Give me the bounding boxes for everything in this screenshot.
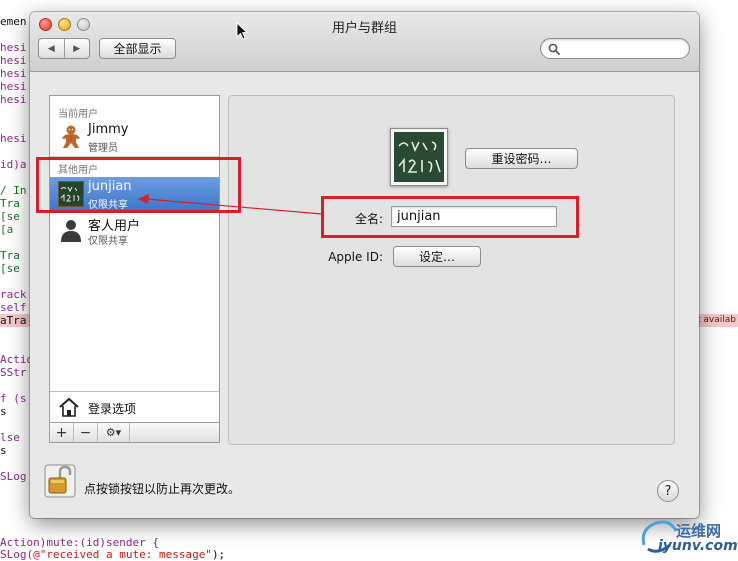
code-line: hesi (0, 54, 27, 67)
user-item-guest[interactable]: 客人用户 仅限共享 (50, 213, 219, 249)
code-line: SLog (0, 470, 27, 483)
error-message-fragment: t availab (697, 315, 736, 325)
back-button[interactable]: ◀ (39, 39, 65, 58)
add-user-button[interactable]: + (50, 423, 74, 442)
code-text: / In (0, 184, 27, 197)
user-list: 当前用户 Jimmy 管理员 其他用户 junjian 仅限共享 客人用户 仅限… (49, 95, 220, 423)
code-line: Tra (0, 249, 20, 262)
code-text: Actio (0, 353, 34, 366)
padlock-open-icon[interactable] (44, 464, 76, 498)
code-line: SStr (0, 366, 27, 379)
code-text: hesi (0, 80, 27, 93)
code-line: id)a (0, 158, 27, 171)
user-picture[interactable] (390, 128, 448, 186)
code-text: [a (0, 223, 14, 236)
show-all-button[interactable]: 全部显示 (99, 38, 176, 59)
code-line: [se (0, 210, 20, 223)
user-role: 管理员 (88, 143, 118, 154)
code-text: hesi (0, 54, 27, 67)
user-item-jimmy[interactable]: Jimmy 管理员 (50, 120, 219, 156)
code-text: hesi (0, 93, 27, 106)
window-title: 用户与群组 (331, 21, 397, 36)
code-text: s (0, 405, 7, 418)
code-line: hesi (0, 93, 27, 106)
action-menu-button[interactable]: ⚙▾ (98, 423, 130, 442)
back-forward-control: ◀ ▶ (38, 38, 90, 59)
code-line: Actio (0, 353, 33, 366)
chalkboard-icon (394, 132, 444, 182)
code-line: [a (0, 223, 13, 236)
code-text: [se (0, 262, 20, 275)
code-line: f (s (0, 392, 27, 405)
house-icon (59, 397, 79, 417)
code-text: hesi (0, 41, 27, 54)
apple-id-set-button[interactable]: 设定… (393, 246, 481, 267)
code-text: Tra (0, 249, 20, 262)
code-line: s (0, 405, 7, 418)
code-text: lse (0, 431, 20, 444)
login-options-label: 登录选项 (88, 402, 137, 416)
code-line: emen (0, 15, 27, 28)
code-line: rack (0, 288, 27, 301)
code-line: s (0, 444, 7, 457)
search-icon (548, 43, 560, 55)
lock-hint-text: 点按锁按钮以防止再次更改。 (84, 482, 241, 496)
help-button[interactable]: ? (657, 480, 679, 502)
forward-button[interactable]: ▶ (65, 39, 90, 58)
annotation-box-user (36, 157, 241, 213)
code-string: @"received a mute: message" (33, 548, 212, 561)
apple-id-label: Apple ID: (328, 250, 383, 264)
code-text: [se (0, 210, 20, 223)
code-text: id)a (0, 158, 27, 171)
code-line: lse (0, 431, 20, 444)
code-text: self (0, 301, 27, 314)
code-line: Tra (0, 197, 20, 210)
code-text: f (s (0, 392, 27, 405)
mouse-pointer-icon (236, 22, 248, 40)
users-groups-window: 用户与群组 ◀ ▶ 全部显示 当前用户 Jimmy 管理员 其他用户 junji… (30, 12, 699, 518)
code-text: SStr (0, 366, 27, 379)
person-silhouette-icon (61, 220, 81, 242)
right-triangle-icon: ▶ (73, 43, 81, 54)
code-text: aTra (0, 314, 27, 327)
user-name: Jimmy (88, 122, 129, 137)
code-line: [se (0, 262, 20, 275)
list-toolbar: + − ⚙▾ (49, 423, 220, 443)
annotation-box-name (321, 196, 579, 238)
code-text: emen (0, 15, 27, 28)
user-role: 仅限共享 (88, 236, 128, 247)
code-text: rack (0, 288, 27, 301)
code-text: Tra (0, 197, 20, 210)
gingerbread-icon (62, 125, 80, 148)
search-field[interactable] (540, 38, 690, 59)
code-line: hesi (0, 41, 27, 54)
code-text: s (0, 444, 7, 457)
code-text: hesi (0, 67, 27, 80)
code-line: / In (0, 184, 27, 197)
code-line: hesi (0, 132, 27, 145)
code-line: hesi (0, 67, 27, 80)
remove-user-button[interactable]: − (74, 423, 98, 442)
user-detail-panel: 重设密码… 全名: Apple ID: 设定… (228, 95, 675, 445)
code-text: ); (211, 548, 226, 561)
watermark-text-bottom: iyunv.com (658, 538, 738, 554)
code-text: SLog( (0, 548, 34, 561)
code-text: SLog (0, 470, 27, 483)
current-users-heading: 当前用户 (58, 109, 98, 120)
code-line-bottom-2: SLog(@"received a mute: message"); (0, 548, 225, 561)
code-line: self (0, 301, 27, 314)
code-text: hesi (0, 132, 27, 145)
login-options-item[interactable]: 登录选项 (50, 391, 219, 422)
title-bar: 用户与群组 ◀ ▶ 全部显示 (30, 12, 699, 72)
reset-password-button[interactable]: 重设密码… (465, 148, 578, 169)
left-triangle-icon: ◀ (47, 43, 55, 54)
code-line: aTra (0, 314, 27, 327)
code-line: hesi (0, 80, 27, 93)
